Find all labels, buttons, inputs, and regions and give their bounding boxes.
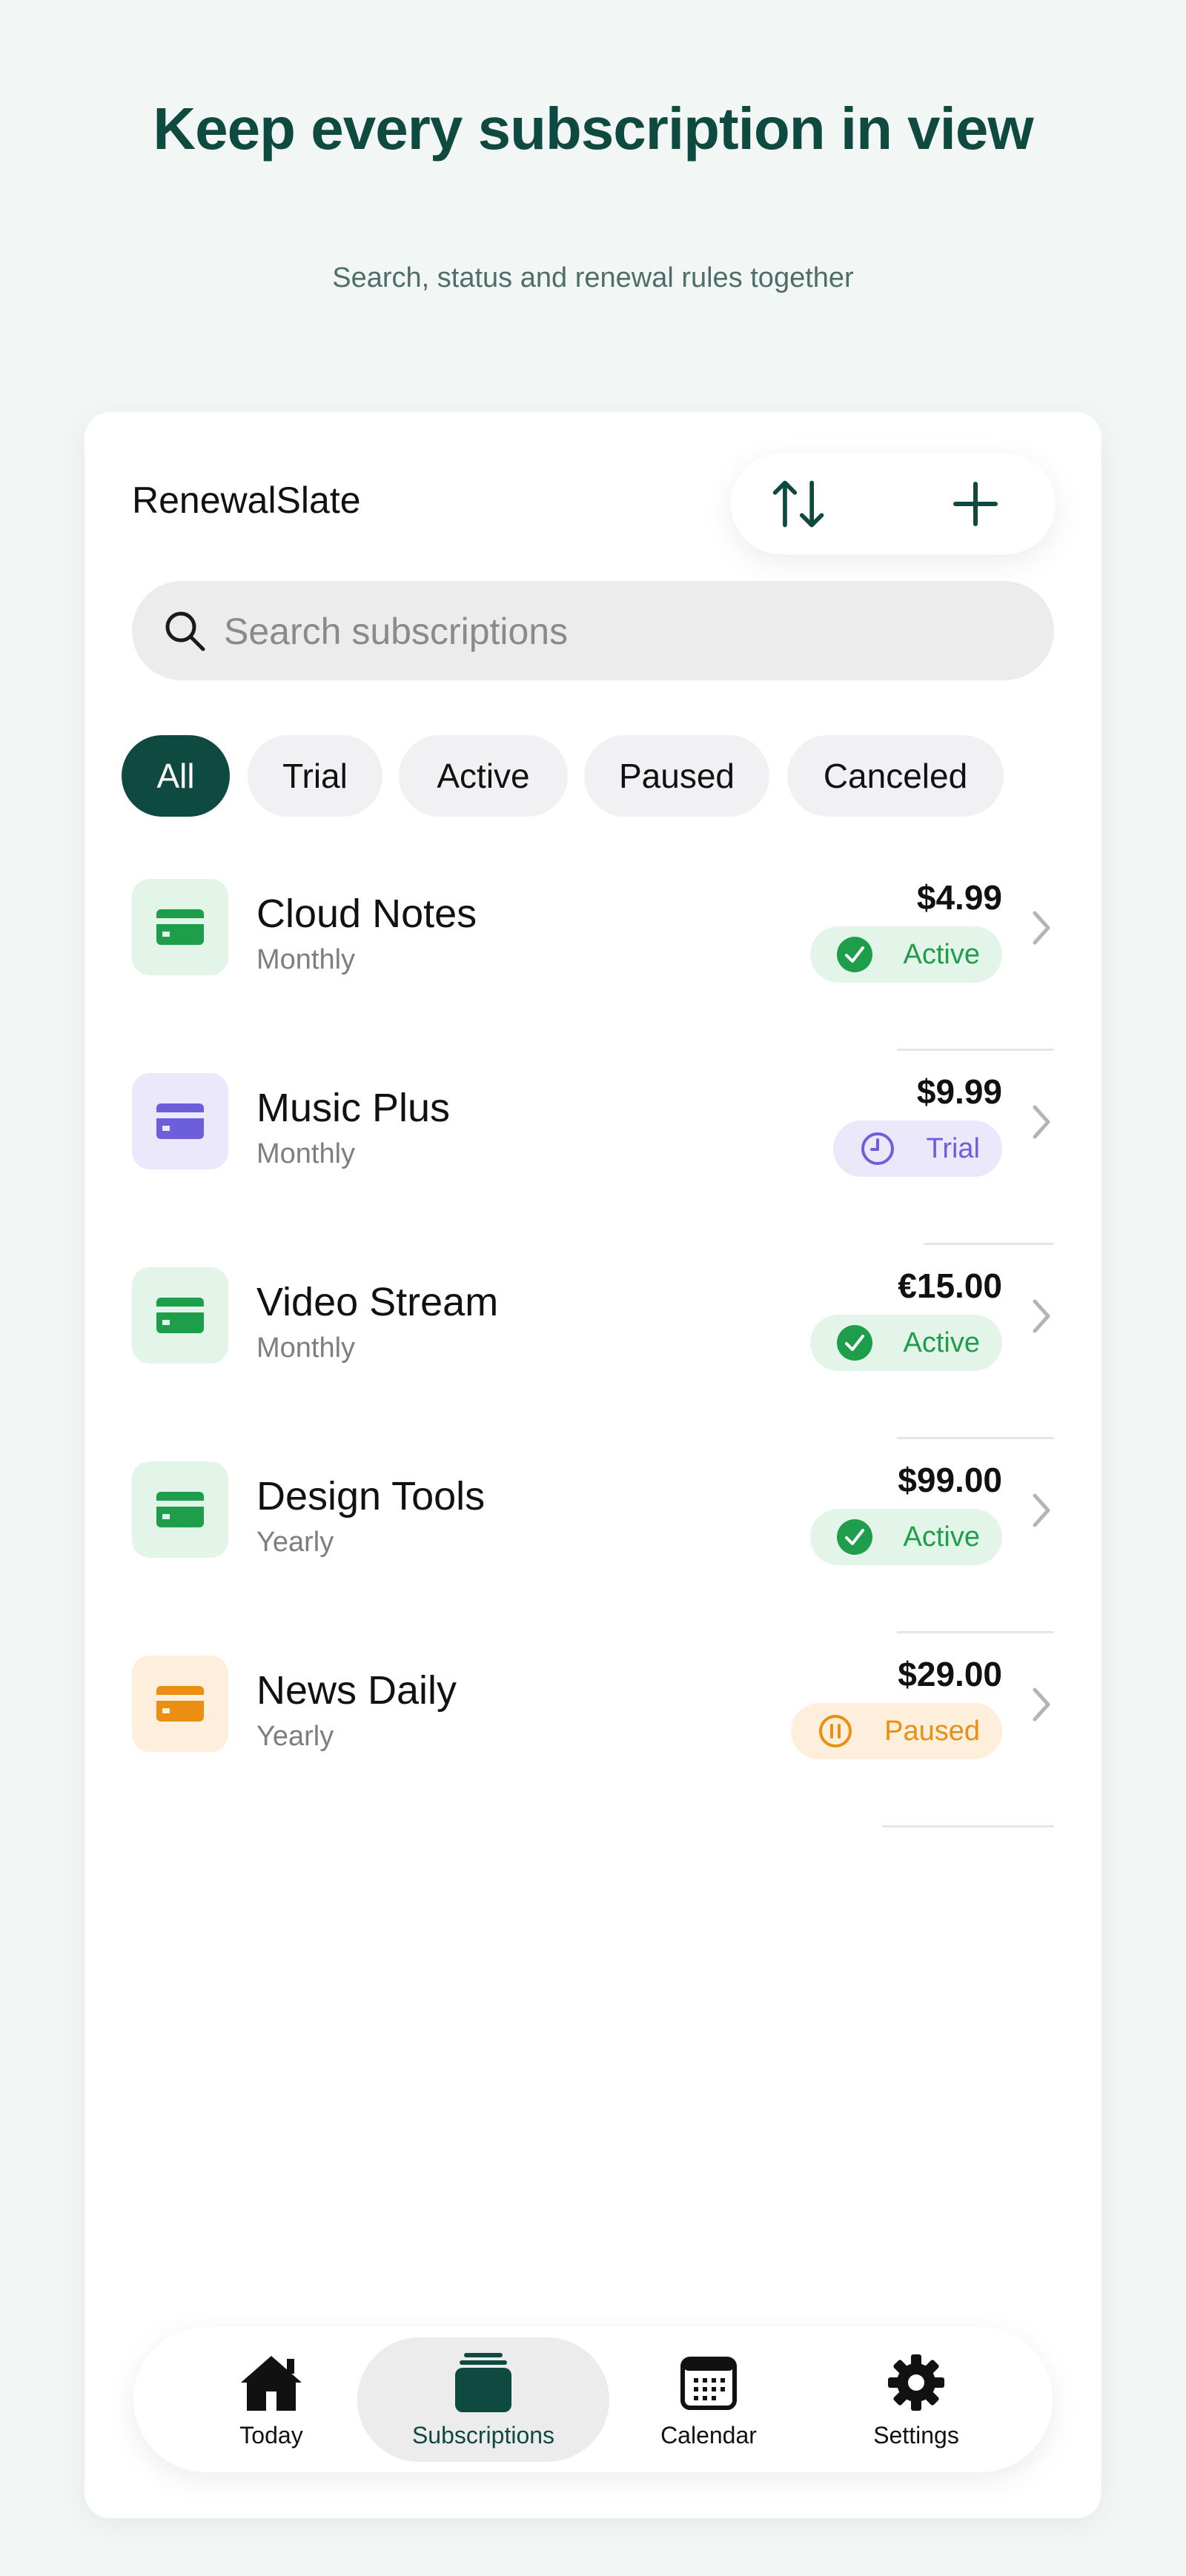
home-icon — [241, 2356, 302, 2411]
sort-button[interactable] — [769, 474, 829, 534]
subscription-name: Video Stream — [256, 1280, 499, 1324]
subscription-name: Music Plus — [256, 1086, 451, 1130]
pause-circle-icon — [819, 1715, 852, 1747]
app-title: RenewalSlate — [132, 479, 361, 521]
card-icon — [132, 1267, 228, 1364]
subscription-price: $29.00 — [898, 1655, 1002, 1693]
chevron-right-icon — [1033, 1299, 1050, 1333]
tab-label: Settings — [873, 2422, 959, 2449]
clock-icon — [861, 1132, 894, 1165]
tab-bar: Today Subscriptions Calendar Settings — [133, 2327, 1053, 2472]
tab-calendar[interactable]: Calendar — [635, 2337, 783, 2462]
search-icon — [165, 611, 205, 651]
status-badge: Trial — [832, 1121, 1002, 1177]
tab-label: Subscriptions — [411, 2422, 555, 2449]
subscription-row[interactable]: Music Plus Monthly $9.99 Trial — [132, 1051, 1054, 1245]
app-card: RenewalSlate All Trial Active Paused Can… — [85, 412, 1101, 2518]
chevron-right-icon — [1033, 1105, 1050, 1139]
tab-label: Today — [239, 2422, 303, 2449]
check-circle-icon — [836, 1519, 872, 1555]
card-icon — [132, 879, 228, 975]
subscription-price: $4.99 — [916, 878, 1002, 917]
card-icon — [132, 1656, 228, 1752]
subscription-price: $99.00 — [898, 1461, 1002, 1499]
tab-label: Calendar — [660, 2422, 757, 2449]
status-badge: Active — [809, 1509, 1002, 1565]
sort-icon — [772, 480, 824, 528]
calendar-icon — [680, 2357, 737, 2410]
hero-subtitle: Search, status and renewal rules togethe… — [332, 262, 854, 293]
chevron-right-icon — [1033, 1493, 1050, 1527]
check-circle-icon — [836, 1325, 872, 1361]
card-icon — [132, 1073, 228, 1169]
status-badge: Paused — [791, 1703, 1002, 1759]
chevron-right-icon — [1033, 911, 1050, 945]
card-icon — [132, 1461, 228, 1558]
action-pill — [731, 454, 1056, 554]
tab-settings[interactable]: Settings — [849, 2337, 983, 2462]
subscription-name: Cloud Notes — [256, 892, 477, 936]
filter-canceled[interactable]: Canceled — [787, 735, 1004, 817]
subscription-price: $9.99 — [916, 1072, 1002, 1111]
status-label: Paused — [884, 1715, 980, 1747]
billing-cycle: Monthly — [256, 1138, 356, 1169]
filter-paused[interactable]: Paused — [584, 735, 769, 817]
row-divider — [882, 1825, 1054, 1828]
stack-icon — [455, 2353, 511, 2412]
subscription-name: Design Tools — [256, 1474, 486, 1518]
tab-today[interactable]: Today — [205, 2337, 338, 2462]
status-label: Active — [903, 1521, 980, 1553]
chevron-right-icon — [1033, 1687, 1050, 1722]
status-label: Active — [903, 1327, 980, 1358]
gear-icon — [888, 2354, 944, 2411]
filter-active[interactable]: Active — [399, 735, 568, 817]
subscription-row[interactable]: Cloud Notes Monthly $4.99 Active — [132, 857, 1054, 1051]
search-bar — [132, 581, 1054, 682]
tab-subscriptions[interactable]: Subscriptions — [357, 2337, 609, 2462]
subscription-name: News Daily — [256, 1668, 457, 1713]
check-circle-icon — [836, 937, 872, 972]
filter-all[interactable]: All — [122, 735, 230, 817]
add-button[interactable] — [946, 474, 1005, 534]
status-label: Trial — [926, 1132, 980, 1164]
search-input[interactable] — [222, 581, 1026, 682]
subscription-row[interactable]: Video Stream Monthly €15.00 Active — [132, 1245, 1054, 1439]
filter-trial[interactable]: Trial — [248, 735, 382, 817]
billing-cycle: Yearly — [256, 1721, 334, 1752]
subscription-row[interactable]: Design Tools Yearly $99.00 Active — [132, 1439, 1054, 1633]
billing-cycle: Monthly — [256, 1332, 356, 1364]
billing-cycle: Yearly — [256, 1527, 334, 1558]
plus-icon — [953, 482, 998, 526]
subscription-row[interactable]: News Daily Yearly $29.00 Paused — [132, 1633, 1054, 1828]
status-badge: Active — [809, 926, 1002, 983]
billing-cycle: Monthly — [256, 944, 356, 975]
status-badge: Active — [809, 1315, 1002, 1371]
status-label: Active — [903, 938, 980, 970]
subscription-price: €15.00 — [898, 1267, 1002, 1305]
hero-title: Keep every subscription in view — [153, 96, 1033, 162]
